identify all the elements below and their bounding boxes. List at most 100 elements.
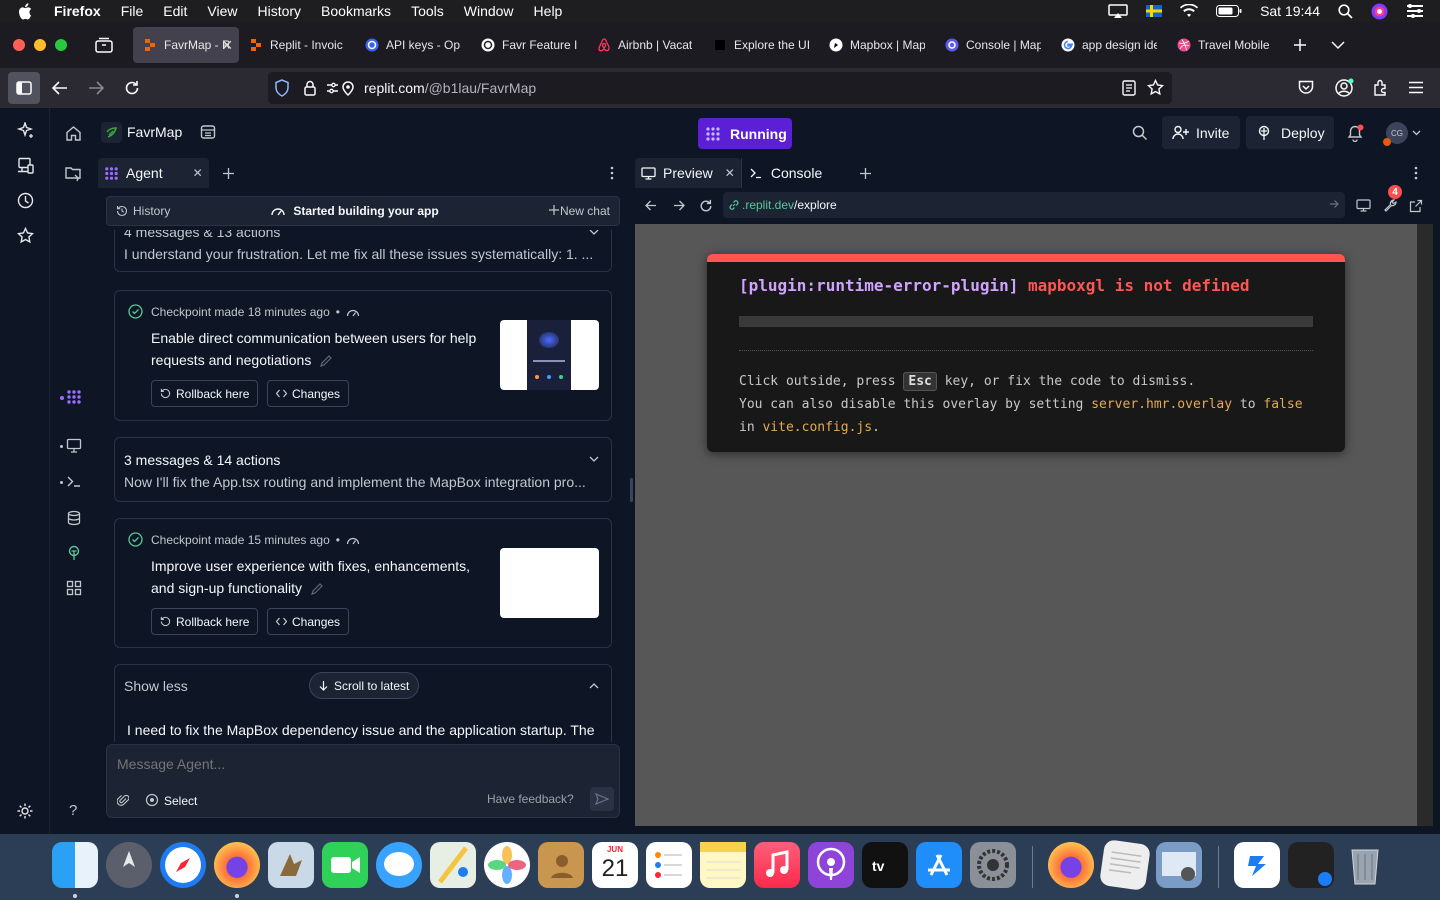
preview-url-bar[interactable]: .replit.dev /explore (723, 192, 1345, 218)
file-tree-icon[interactable] (64, 165, 84, 185)
forward-arrow-icon[interactable] (673, 200, 685, 211)
history-clock-icon[interactable] (17, 192, 34, 209)
messages-icon[interactable] (376, 842, 422, 888)
menu-bookmarks[interactable]: Bookmarks (321, 3, 391, 19)
go-arrow-icon[interactable] (1329, 199, 1339, 209)
history-icon[interactable] (116, 205, 128, 217)
select-target-icon[interactable] (145, 793, 159, 807)
select-element-button[interactable]: Select (164, 794, 197, 808)
browser-tab-replit-invoice[interactable]: Replit - Invoic (239, 27, 355, 63)
firefox-view-icon[interactable] (95, 37, 113, 53)
system-preferences-icon[interactable] (970, 842, 1016, 888)
reload-icon[interactable] (116, 72, 148, 104)
browser-tab-api-keys[interactable]: API keys - Op (355, 27, 471, 63)
open-new-tab-icon[interactable] (1409, 199, 1423, 213)
history-button[interactable]: History (133, 204, 170, 218)
bookmarks-star-icon[interactable] (17, 227, 34, 244)
collapsed-actions-group[interactable]: 3 messages & 14 actions Now I'll fix the… (114, 437, 612, 502)
project-info-icon[interactable] (200, 124, 216, 140)
address-bar[interactable]: replit.com/@b1lau/FavrMap (268, 72, 1172, 104)
browser-tab-mapbox[interactable]: Mapbox | Map (819, 27, 935, 63)
launchpad-icon[interactable] (106, 842, 152, 888)
list-all-tabs-icon[interactable] (1331, 40, 1345, 50)
show-less-button[interactable]: Show less (124, 678, 188, 694)
chevron-up-icon[interactable] (589, 683, 599, 689)
rollback-button[interactable]: Rollback here (151, 608, 259, 635)
help-icon[interactable]: ? (69, 802, 77, 819)
menu-edit[interactable]: Edit (163, 3, 187, 19)
back-arrow-icon[interactable] (44, 72, 76, 104)
finder-icon[interactable] (52, 842, 98, 888)
tracking-shield-icon[interactable] (274, 79, 290, 97)
search-icon[interactable] (1132, 125, 1148, 141)
home-icon[interactable] (65, 125, 82, 142)
pocket-icon[interactable] (1298, 80, 1314, 95)
podcasts-icon[interactable] (808, 842, 854, 888)
extensions-icon[interactable] (1372, 79, 1389, 96)
calendar-icon[interactable]: JUN 21 (592, 842, 638, 888)
reader-view-icon[interactable] (1122, 80, 1136, 96)
all-tools-grid-icon[interactable] (66, 580, 82, 596)
apple-icon[interactable] (18, 2, 40, 20)
app-shortcut-icon[interactable] (1234, 842, 1280, 888)
account-icon[interactable] (1334, 78, 1354, 98)
battery-icon[interactable] (1216, 5, 1242, 17)
changes-button[interactable]: Changes (267, 608, 350, 635)
close-window-button[interactable] (13, 39, 25, 51)
app-menu-icon[interactable] (1408, 81, 1424, 94)
safari-icon[interactable] (160, 842, 206, 888)
edit-pencil-icon[interactable] (319, 354, 333, 368)
trash-icon[interactable] (1342, 842, 1388, 888)
database-icon[interactable] (66, 510, 82, 526)
browser-tab-favr-feature[interactable]: Favr Feature Ir (471, 27, 587, 63)
swedish-flag-icon[interactable] (1146, 5, 1163, 17)
contacts-icon[interactable] (538, 842, 584, 888)
feedback-link[interactable]: Have feedback? (487, 792, 574, 806)
invite-button[interactable]: Invite (1162, 116, 1240, 149)
changes-button[interactable]: Changes (267, 380, 350, 407)
maps-icon[interactable] (430, 842, 476, 888)
menu-window[interactable]: Window (464, 3, 514, 19)
new-tab-icon[interactable] (1293, 38, 1307, 52)
photos-icon[interactable] (484, 842, 530, 888)
menu-history[interactable]: History (257, 3, 301, 19)
preview-tab[interactable]: Preview ✕ (635, 158, 741, 188)
scroll-to-latest-button[interactable]: Scroll to latest (309, 672, 420, 699)
spotlight-search-icon[interactable] (1338, 3, 1353, 19)
preview-scrollbar[interactable] (1417, 224, 1433, 826)
add-tab-icon[interactable] (860, 167, 872, 179)
menubar-clock[interactable]: Sat 19:44 (1260, 3, 1320, 19)
sidebar-toggle-icon[interactable] (8, 72, 40, 104)
panel-resize-handle[interactable] (630, 478, 633, 502)
panel-menu-kebab-icon[interactable] (1414, 166, 1418, 180)
project-name[interactable]: FavrMap (127, 124, 182, 140)
textedit-icon[interactable] (1099, 839, 1151, 891)
facetime-icon[interactable] (322, 842, 368, 888)
close-tab-icon[interactable]: ✕ (725, 166, 735, 180)
sidebar-settings-gear-icon[interactable] (16, 802, 34, 820)
shell-prompt-icon[interactable] (66, 474, 82, 489)
browser-tab-console-map[interactable]: Console | Map (935, 27, 1051, 63)
chevron-down-icon[interactable] (1412, 130, 1421, 136)
app-store-icon[interactable] (916, 842, 962, 888)
chevron-down-icon[interactable] (589, 230, 599, 235)
vite-error-overlay[interactable]: [plugin:runtime-error-plugin] mapboxgl i… (707, 254, 1345, 452)
console-tab[interactable]: Console (740, 158, 834, 188)
edit-pencil-icon[interactable] (310, 582, 324, 596)
lock-icon[interactable] (304, 80, 316, 96)
attach-paperclip-icon[interactable] (117, 793, 129, 807)
permissions-icon[interactable] (326, 80, 356, 96)
forward-arrow-icon[interactable] (80, 72, 112, 104)
agent-message-list[interactable]: 4 messages & 13 actions I understand you… (98, 230, 628, 742)
send-button[interactable] (590, 787, 614, 811)
browser-tab-explore-ui[interactable]: Explore the UI (703, 27, 819, 63)
notes-icon[interactable] (700, 842, 746, 888)
menu-view[interactable]: View (207, 3, 237, 19)
reminders-icon[interactable] (646, 842, 692, 888)
agent-rail-icon[interactable] (66, 389, 82, 405)
close-tab-icon[interactable]: ✕ (193, 166, 203, 180)
device-preview-icon[interactable] (1356, 199, 1371, 212)
preview-iframe[interactable]: [plugin:runtime-error-plugin] mapboxgl i… (635, 224, 1417, 826)
zoom-window-button[interactable] (55, 39, 67, 51)
firefox-icon[interactable] (214, 842, 260, 888)
